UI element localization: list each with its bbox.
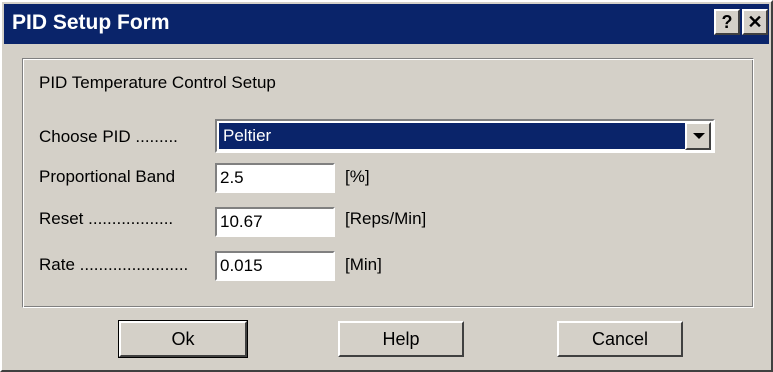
choose-pid-selected-value[interactable]: Peltier xyxy=(219,123,685,149)
close-icon[interactable]: ✕ xyxy=(742,9,768,35)
reset-unit: [Reps/Min] xyxy=(345,209,427,228)
pid-setup-dialog: PID Setup Form ? ✕ PID Temperature Contr… xyxy=(0,0,773,372)
ok-button[interactable]: Ok xyxy=(118,320,248,358)
help-icon[interactable]: ? xyxy=(714,9,740,35)
proportional-band-input[interactable] xyxy=(215,163,335,193)
choose-pid-label: Choose PID ......... xyxy=(39,127,178,146)
cancel-button[interactable]: Cancel xyxy=(557,321,683,357)
choose-pid-dropdown[interactable]: Peltier xyxy=(215,119,715,153)
reset-label: Reset .................. xyxy=(39,209,174,228)
title-bar[interactable]: PID Setup Form ? ✕ xyxy=(4,4,769,44)
rate-input[interactable] xyxy=(215,251,335,281)
chevron-down-icon[interactable] xyxy=(685,122,711,150)
window-title: PID Setup Form xyxy=(12,11,170,34)
reset-input[interactable] xyxy=(215,207,335,237)
proportional-band-label: Proportional Band xyxy=(39,167,176,186)
rate-unit: [Min] xyxy=(345,255,382,274)
group-title: PID Temperature Control Setup xyxy=(39,73,276,92)
pid-setup-group: PID Temperature Control Setup Choose PID… xyxy=(22,58,754,308)
proportional-band-unit: [%] xyxy=(345,167,370,186)
rate-label: Rate ....................... xyxy=(39,255,189,274)
help-button[interactable]: Help xyxy=(338,321,464,357)
